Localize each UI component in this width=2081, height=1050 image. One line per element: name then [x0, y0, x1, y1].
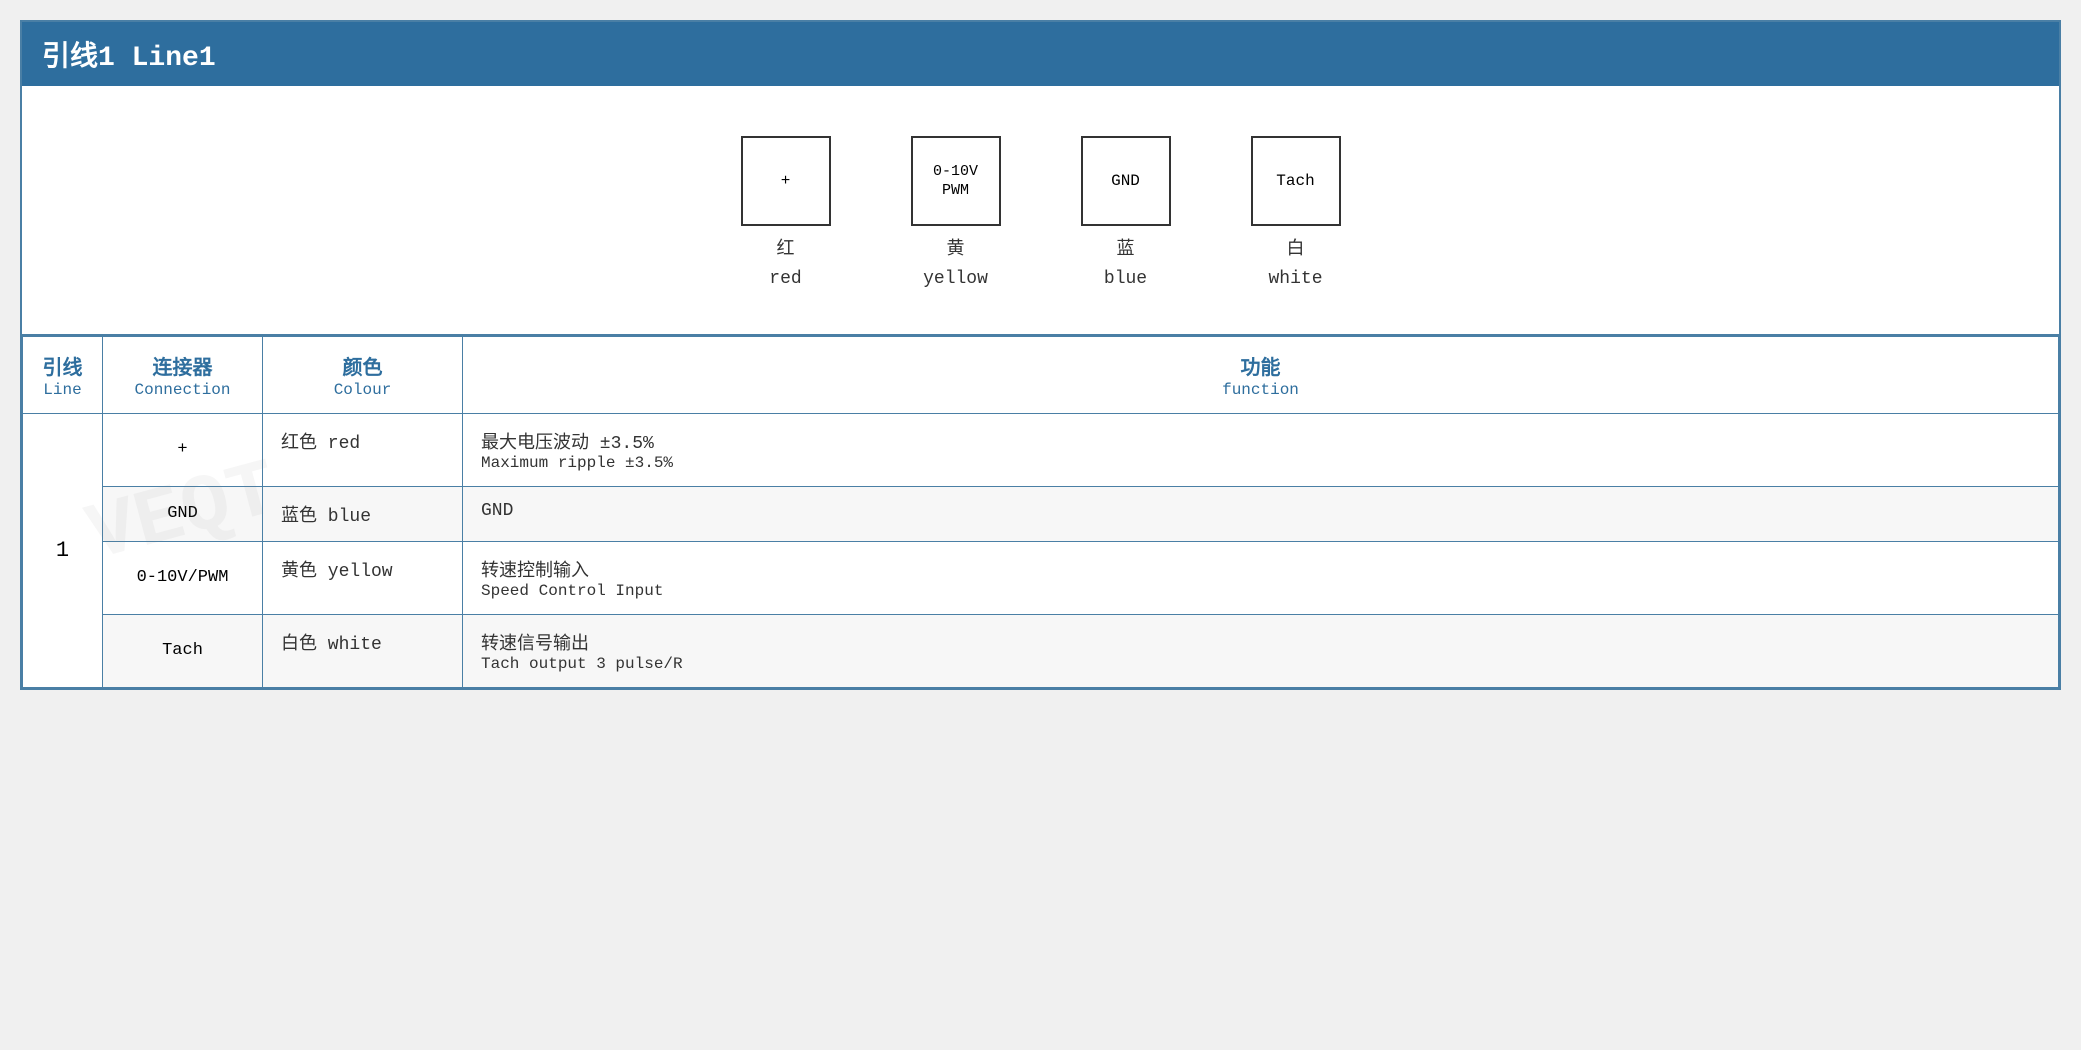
- header: 引线1 Line1: [22, 22, 2059, 86]
- th-function: 功能 function: [463, 336, 2059, 413]
- colour-yellow-cell: 黄色 yellow: [263, 541, 463, 614]
- pin-plus-box: +: [741, 136, 831, 226]
- diagram-section: + 红 red 0-10VPWM 黄 yellow GND 蓝 blue: [22, 86, 2059, 336]
- main-container: 引线1 Line1 + 红 red 0-10VPWM 黄 yellow GND: [20, 20, 2061, 690]
- pin-tach-label: 白 white: [1268, 236, 1322, 294]
- pin-pwm-label: 黄 yellow: [923, 236, 988, 294]
- pin-gnd-box: GND: [1081, 136, 1171, 226]
- pin-tach-item: Tach 白 white: [1251, 136, 1341, 294]
- colour-red-cell: 红色 red: [263, 413, 463, 486]
- data-table: 引线 Line 连接器 Connection 颜色 Colour 功能 func…: [22, 336, 2059, 688]
- function-tach-cell: 转速信号输出 Tach output 3 pulse/R: [463, 614, 2059, 687]
- pin-pwm-item: 0-10VPWM 黄 yellow: [911, 136, 1001, 294]
- th-line: 引线 Line: [23, 336, 103, 413]
- line-number-cell: 1: [23, 413, 103, 687]
- table-section: 引线 Line 连接器 Connection 颜色 Colour 功能 func…: [22, 336, 2059, 688]
- table-header-row: 引线 Line 连接器 Connection 颜色 Colour 功能 func…: [23, 336, 2059, 413]
- connector-tach-cell: Tach: [103, 614, 263, 687]
- function-red-cell: 最大电压波动 ±3.5% Maximum ripple ±3.5%: [463, 413, 2059, 486]
- table-row: GND VEQT 蓝色 blue GND: [23, 486, 2059, 541]
- colour-blue-cell: 蓝色 blue: [263, 486, 463, 541]
- table-row: 1 + 红色 red 最大电压波动 ±3.5% Maximum ripple ±…: [23, 413, 2059, 486]
- function-gnd-cell: GND: [463, 486, 2059, 541]
- connector-pwm-cell: 0-10V/PWM: [103, 541, 263, 614]
- pin-gnd-label: 蓝 blue: [1104, 236, 1147, 294]
- pin-pwm-box: 0-10VPWM: [911, 136, 1001, 226]
- pin-gnd-item: GND 蓝 blue: [1081, 136, 1171, 294]
- connector-plus-cell: +: [103, 413, 263, 486]
- colour-white-cell: 白色 white: [263, 614, 463, 687]
- table-row: Tach 白色 white 转速信号输出 Tach output 3 pulse…: [23, 614, 2059, 687]
- pin-plus-label: 红 red: [769, 236, 801, 294]
- function-pwm-cell: 转速控制输入 Speed Control Input: [463, 541, 2059, 614]
- pin-plus-item: + 红 red: [741, 136, 831, 294]
- table-row: 0-10V/PWM 黄色 yellow 转速控制输入 Speed Control…: [23, 541, 2059, 614]
- connector-gnd-cell: GND VEQT: [103, 486, 263, 541]
- diagram-inner: + 红 red 0-10VPWM 黄 yellow GND 蓝 blue: [42, 116, 2039, 314]
- page-title: 引线1 Line1: [42, 43, 216, 74]
- th-colour: 颜色 Colour: [263, 336, 463, 413]
- pin-tach-box: Tach: [1251, 136, 1341, 226]
- th-connection: 连接器 Connection: [103, 336, 263, 413]
